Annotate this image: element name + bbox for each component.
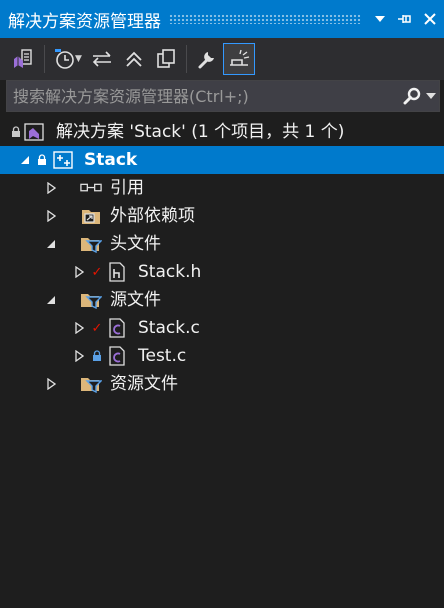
- tree-item-label: Test.c: [138, 346, 187, 366]
- copy-files-icon: [157, 49, 175, 68]
- checkmark-icon: ✓: [91, 320, 103, 336]
- chevron-down-icon: [375, 16, 385, 22]
- project-label: Stack: [84, 150, 138, 170]
- tree-item-label: 资源文件: [110, 374, 178, 394]
- vs-solution-icon: [24, 122, 46, 142]
- tree-row-stack-c[interactable]: ✓ Stack.c: [0, 314, 444, 342]
- toolbar: ▼: [0, 38, 444, 80]
- header-file-icon: [106, 262, 128, 282]
- expanded-arrow-icon[interactable]: [18, 146, 32, 174]
- collapsed-arrow-icon[interactable]: [44, 202, 58, 230]
- toolbar-separator: [44, 45, 45, 73]
- collapse-all-button[interactable]: [118, 43, 150, 75]
- vs-solution-icon: [14, 49, 32, 68]
- checkmark-icon: ✓: [91, 264, 103, 280]
- pin-icon: [398, 15, 411, 23]
- expanded-arrow-icon[interactable]: [44, 230, 58, 258]
- tree-item-label: 引用: [110, 178, 144, 198]
- preview-selected-button[interactable]: [222, 43, 255, 75]
- wrench-icon: [198, 52, 214, 69]
- tree-row-source-files[interactable]: 源文件: [0, 286, 444, 314]
- expanded-arrow-icon[interactable]: [44, 286, 58, 314]
- lock-icon: [90, 342, 104, 370]
- tree-item-label: Stack.h: [138, 262, 202, 282]
- close-button[interactable]: [419, 6, 441, 32]
- c-file-icon: [106, 318, 128, 338]
- collapsed-arrow-icon[interactable]: [72, 258, 86, 286]
- collapsed-arrow-icon[interactable]: [44, 174, 58, 202]
- tree-row-external-dependencies[interactable]: 外部依赖项: [0, 202, 444, 230]
- window-titlebar: 解决方案资源管理器: [0, 0, 444, 38]
- lock-icon: [35, 146, 49, 174]
- chevron-down-icon[interactable]: ▼: [75, 54, 82, 64]
- search-icon: [403, 87, 421, 105]
- titlebar-grip[interactable]: [169, 14, 361, 24]
- lock-icon: [9, 118, 23, 146]
- clock-icon: [55, 49, 74, 69]
- tree-item-label: 外部依赖项: [110, 206, 195, 226]
- toolbar-separator: [185, 45, 187, 73]
- filter-folder-icon: [80, 374, 102, 394]
- vs-solution-button[interactable]: [8, 43, 40, 75]
- search-box: [6, 80, 440, 112]
- pin-button[interactable]: [394, 6, 416, 32]
- collapsed-arrow-icon[interactable]: [72, 342, 86, 370]
- sync-arrows-icon: [92, 51, 111, 67]
- tree-row-test-c[interactable]: Test.c: [0, 342, 444, 370]
- cpp-project-icon: [52, 150, 74, 170]
- filter-folder-icon: [80, 234, 102, 254]
- tree-row-references[interactable]: 引用: [0, 174, 444, 202]
- tree-item-label: 源文件: [110, 290, 161, 310]
- search-input[interactable]: [7, 81, 401, 111]
- tree-row-stack-h[interactable]: ✓ Stack.h: [0, 258, 444, 286]
- tree-row-header-files[interactable]: 头文件: [0, 230, 444, 258]
- tree-item-label: Stack.c: [138, 318, 200, 338]
- tree-item-label: 头文件: [110, 234, 161, 254]
- search-options-dropdown[interactable]: [423, 82, 439, 110]
- show-all-files-button[interactable]: [150, 43, 182, 75]
- tree-row-project[interactable]: Stack: [0, 146, 444, 174]
- preview-icon: [229, 49, 250, 66]
- search-button[interactable]: [401, 82, 423, 110]
- chevron-down-icon: [426, 93, 436, 99]
- window-dropdown-button[interactable]: [369, 6, 391, 32]
- collapsed-arrow-icon[interactable]: [44, 370, 58, 398]
- filter-folder-icon: [80, 290, 102, 310]
- collapse-all-icon: [126, 51, 142, 67]
- c-file-icon: [106, 346, 128, 366]
- tree-row-resource-files[interactable]: 资源文件: [0, 370, 444, 398]
- properties-button[interactable]: [191, 43, 223, 75]
- collapsed-arrow-icon[interactable]: [72, 314, 86, 342]
- references-icon: [80, 178, 102, 198]
- window-title: 解决方案资源管理器: [8, 11, 161, 32]
- close-icon: [424, 13, 436, 25]
- solution-label: 解决方案 'Stack' (1 个项目，共 1 个): [56, 122, 345, 142]
- tree-row-solution[interactable]: 解决方案 'Stack' (1 个项目，共 1 个): [0, 118, 444, 146]
- sync-active-doc-button[interactable]: [86, 43, 118, 75]
- external-dependencies-icon: [80, 206, 102, 226]
